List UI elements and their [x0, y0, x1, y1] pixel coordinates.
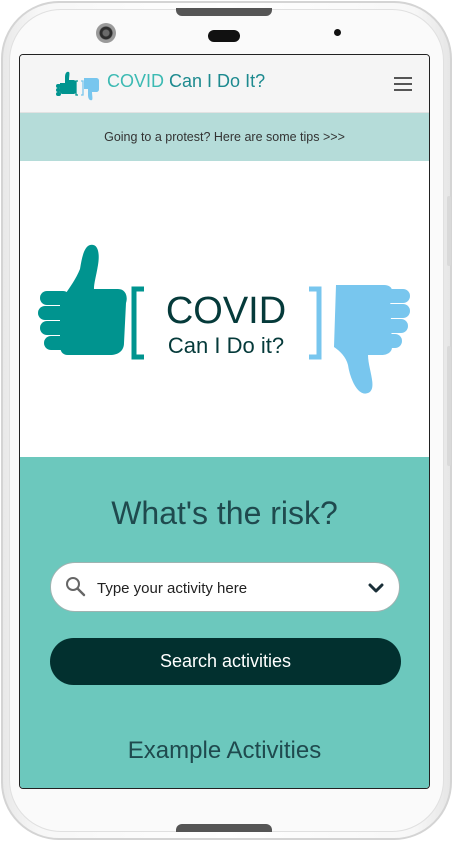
hamburger-menu-icon[interactable] [394, 77, 412, 91]
volume-button [447, 196, 451, 266]
app-title-rest: Can I Do It? [169, 71, 266, 91]
activity-search-input[interactable] [95, 575, 359, 601]
earpiece [208, 30, 240, 42]
thumbs-down-icon [334, 285, 410, 394]
chevron-down-icon[interactable] [367, 579, 385, 597]
hero-logo-section: COVID Can I Do it? [20, 161, 429, 457]
thumbs-logo-icon[interactable] [54, 69, 104, 103]
search-icon [66, 577, 86, 597]
activity-search-field[interactable] [50, 562, 400, 612]
risk-search-section: What's the risk? Search activities Examp… [20, 457, 429, 788]
example-activities-heading: Example Activities [127, 737, 322, 764]
camera-icon [96, 23, 116, 43]
left-bracket [131, 286, 144, 360]
banner-text: Going to a protest? Here are some tips >… [104, 130, 345, 144]
app-title[interactable]: COVID Can I Do It? [107, 71, 265, 92]
navbar: COVID Can I Do It? [20, 55, 429, 113]
bottom-speaker [176, 824, 272, 832]
app-screen: COVID Can I Do It? Going to a protest? H… [19, 54, 430, 789]
hero-logo: COVID Can I Do it? [38, 244, 410, 394]
sensor [334, 29, 341, 36]
risk-heading: What's the risk? [111, 495, 338, 531]
app-title-covid: COVID [107, 71, 165, 91]
thumbs-up-icon [38, 244, 127, 355]
hero-logo-covid: COVID [166, 290, 286, 332]
search-activities-button[interactable]: Search activities [50, 638, 401, 685]
protest-tips-banner[interactable]: Going to a protest? Here are some tips >… [20, 113, 429, 161]
hero-logo-tagline: Can I Do it? [168, 333, 284, 358]
power-button [447, 346, 451, 466]
right-bracket [309, 286, 322, 360]
top-speaker [176, 8, 272, 16]
